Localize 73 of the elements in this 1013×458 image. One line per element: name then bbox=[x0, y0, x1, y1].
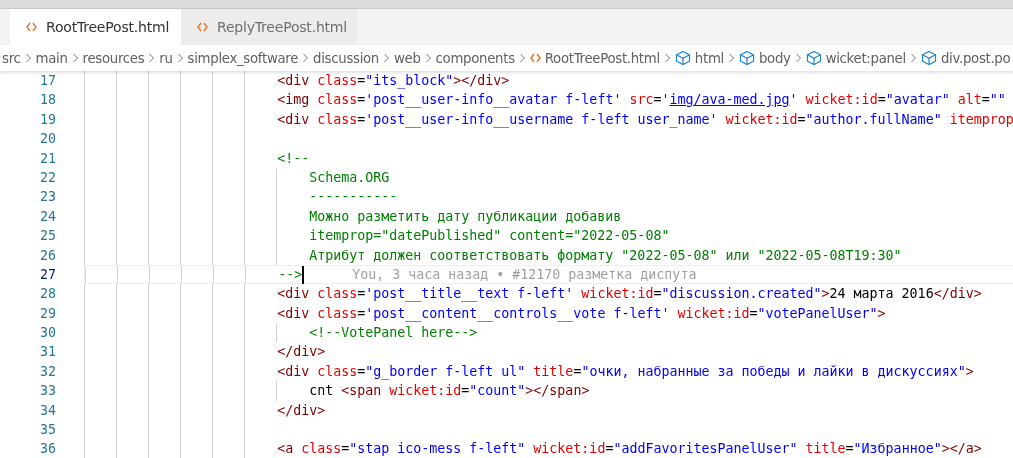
line-number: 25 bbox=[39, 227, 57, 246]
chevron-right-icon bbox=[794, 53, 802, 63]
code-line: <div class="its_block"></div> bbox=[276, 72, 510, 91]
code-line: <div class='post__title__text f-left' wicket:id="discussion.created">24 марта 2016</div> bbox=[276, 285, 982, 304]
line-number: 32 bbox=[39, 362, 57, 381]
line-number: 28 bbox=[39, 285, 57, 304]
line-number: 18 bbox=[39, 91, 57, 110]
code-line: itemprop="datePublished" content="2022-05-08" bbox=[308, 227, 670, 246]
line-number: 34 bbox=[39, 401, 57, 420]
code-line: <!-- bbox=[276, 149, 310, 168]
breadcrumb-item[interactable]: wicket:panel bbox=[805, 50, 906, 66]
cube-icon bbox=[920, 50, 937, 66]
breadcrumb-item[interactable]: main bbox=[35, 50, 68, 66]
code-line: ----------- bbox=[308, 188, 398, 207]
code-file-icon bbox=[26, 22, 37, 32]
cube-icon bbox=[805, 50, 822, 66]
code-line: --> bbox=[277, 265, 303, 284]
line-number: 30 bbox=[39, 324, 57, 343]
cube-icon bbox=[738, 50, 755, 66]
chevron-right-icon bbox=[71, 53, 79, 63]
line-number: 26 bbox=[39, 246, 57, 265]
chevron-right-icon bbox=[909, 53, 917, 63]
chevron-right-icon bbox=[24, 53, 32, 63]
code-file-icon bbox=[197, 22, 208, 32]
chevron-right-icon bbox=[727, 53, 735, 63]
line-number: 22 bbox=[39, 168, 57, 187]
blame-annotation: You, 3 часа назад • #12170 разметка диспута bbox=[352, 265, 697, 284]
code-line: <div class='post__content__controls__vote f-left' wicket:id="votePanelUser"> bbox=[276, 304, 886, 324]
code-file-icon bbox=[529, 53, 541, 63]
line-number: 20 bbox=[39, 130, 57, 149]
breadcrumb-item[interactable]: web bbox=[394, 50, 421, 66]
code-line: Атрибут должен соответствовать формату "2022-05-08" или "2022-05-08T19:30" bbox=[308, 246, 902, 265]
breadcrumb-item[interactable]: components bbox=[435, 50, 515, 66]
code-line: <div class="g_border f-left ul" title="очки, набранные за победы и лайки в дискуссиях"> bbox=[276, 362, 974, 382]
breadcrumb-item[interactable]: body bbox=[738, 50, 791, 66]
code-line: cnt <span wicket:id="count"></span> bbox=[308, 382, 590, 401]
chevron-right-icon bbox=[424, 53, 432, 63]
chevron-right-icon bbox=[148, 53, 156, 63]
breadcrumb-item[interactable]: simplex_software bbox=[187, 50, 299, 66]
chevron-right-icon bbox=[176, 53, 184, 63]
code-line: </div> bbox=[276, 343, 326, 362]
breadcrumb-item[interactable]: div.post.po bbox=[920, 50, 1011, 66]
line-number: 17 bbox=[39, 72, 57, 90]
code-line: Можно разметить дату публикации добавив bbox=[308, 207, 622, 226]
line-number: 33 bbox=[39, 382, 57, 401]
breadcrumb-item[interactable]: RootTreePost.html bbox=[529, 50, 660, 66]
chevron-right-icon bbox=[383, 53, 390, 63]
line-number: 23 bbox=[39, 188, 57, 207]
breadcrumb-item[interactable]: src bbox=[2, 50, 21, 66]
editor-tab[interactable]: RootTreePost.html bbox=[10, 9, 181, 45]
breadcrumb-item[interactable]: resources bbox=[82, 50, 145, 66]
code-line: <!--VotePanel here--> bbox=[308, 324, 478, 343]
line-number: 31 bbox=[39, 343, 57, 362]
line-number: 35 bbox=[39, 421, 57, 440]
breadcrumb-item[interactable]: discussion bbox=[313, 50, 379, 66]
code-line: <a class="stap ico-mess f-left" wicket:id="addFavoritesPanelUser" title="Избранное"></a> bbox=[276, 440, 982, 458]
line-number: 19 bbox=[39, 110, 57, 129]
chevron-right-icon bbox=[518, 53, 526, 63]
line-number: 29 bbox=[39, 304, 57, 323]
code-line: </div> bbox=[276, 401, 326, 420]
chevron-right-icon bbox=[663, 53, 671, 63]
line-number: 27 bbox=[39, 265, 57, 284]
editor-tab[interactable]: ReplyTreePost.html bbox=[181, 9, 357, 45]
code-line: Schema.ORG bbox=[308, 168, 390, 187]
code-line: <div class='post__user-info__username f-left user_name' wicket:id="author.fullName" itemprop bbox=[276, 110, 1013, 130]
breadcrumb-item[interactable]: ru bbox=[159, 50, 173, 66]
cube-icon bbox=[674, 50, 691, 66]
line-number: 21 bbox=[39, 149, 57, 168]
breadcrumb-item[interactable]: html bbox=[674, 50, 724, 66]
code-line: <img class='post__user-info__avatar f-left' src='img/ava-med.jpg' wicket:id="avatar" alt="" bbox=[276, 91, 1006, 110]
line-number: 36 bbox=[39, 440, 57, 458]
chevron-right-icon bbox=[302, 53, 310, 63]
line-number: 24 bbox=[39, 207, 57, 226]
